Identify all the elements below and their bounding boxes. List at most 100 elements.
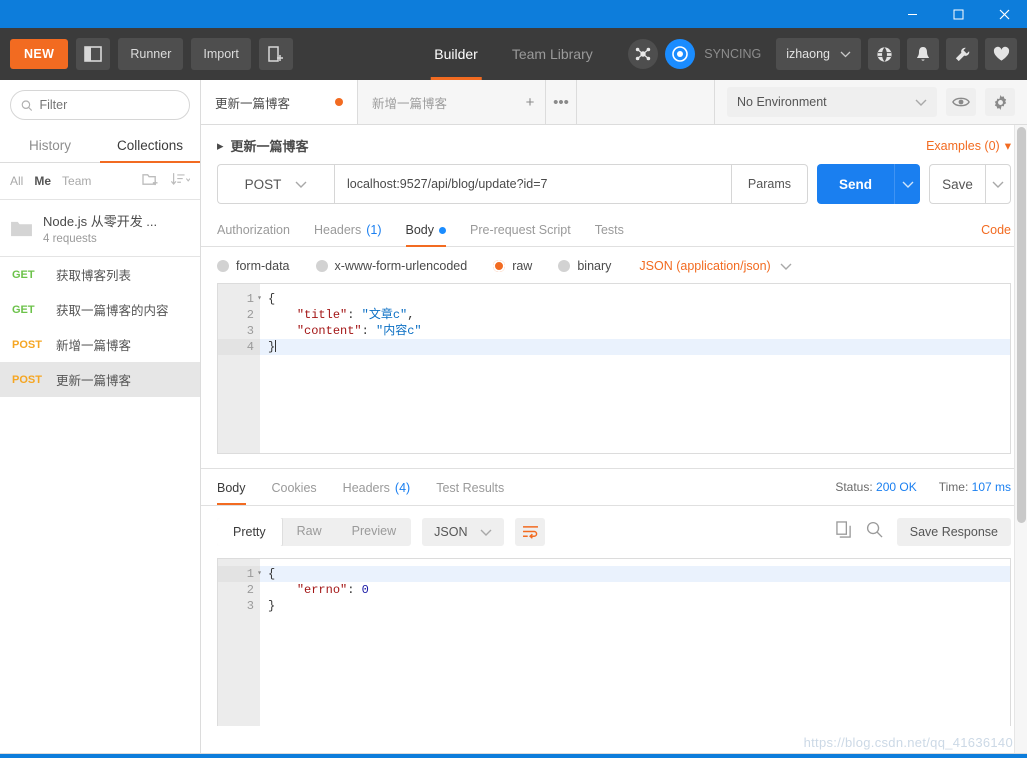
close-button[interactable] [981, 0, 1027, 28]
word-wrap-button[interactable] [515, 518, 546, 546]
request-title-row[interactable]: ▸ 更新一篇博客 [217, 136, 309, 155]
request-section-tabs: Authorization Headers (1) Body Pre-reque… [201, 214, 1027, 247]
minimize-button[interactable] [889, 0, 935, 28]
new-window-icon [268, 45, 284, 62]
response-body-editor[interactable]: 1 ▾ 2 3 { "errno": 0} [217, 558, 1011, 726]
body-type-form-data[interactable]: form-data [217, 259, 290, 273]
maximize-button[interactable] [935, 0, 981, 28]
body-type-raw[interactable]: raw [493, 259, 532, 273]
chevron-down-icon [295, 181, 307, 188]
collapse-caret-icon[interactable]: ▸ [217, 138, 224, 154]
scope-me[interactable]: Me [34, 174, 51, 188]
tab-options-button[interactable]: ••• [546, 80, 577, 124]
response-tab-test-results[interactable]: Test Results [436, 481, 504, 504]
settings-wrench-button[interactable] [946, 38, 978, 70]
tab-body[interactable]: Body [405, 223, 446, 247]
raw-format-select[interactable]: JSON (application/json) [639, 259, 792, 273]
globe-button[interactable] [868, 38, 900, 70]
url-input-wrap[interactable] [334, 164, 732, 204]
code-token: } [268, 599, 276, 613]
sidebar-toggle-button[interactable] [76, 38, 111, 70]
interceptor-button[interactable] [628, 39, 659, 69]
user-menu[interactable]: izhaong [776, 38, 861, 70]
notifications-button[interactable] [907, 38, 939, 70]
filter-box[interactable] [10, 90, 190, 120]
collection-item[interactable]: Node.js 从零开发 ... 4 requests [0, 200, 200, 257]
body-type-urlencoded[interactable]: x-www-form-urlencoded [315, 259, 467, 273]
tab-pre-request-script[interactable]: Pre-request Script [470, 223, 571, 246]
sidebar-scope-filters: All Me Team [0, 163, 200, 200]
content-scrollbar[interactable] [1014, 125, 1027, 758]
import-button[interactable]: Import [191, 38, 251, 70]
new-tab-button[interactable]: + [515, 80, 546, 124]
request-tab[interactable]: 新增一篇博客 [358, 80, 515, 124]
save-response-button[interactable]: Save Response [896, 518, 1011, 546]
runner-button[interactable]: Runner [118, 38, 184, 70]
sidebar-tab-collections[interactable]: Collections [100, 130, 200, 163]
response-tab-headers[interactable]: Headers (4) [343, 481, 411, 504]
environment-quick-look-button[interactable] [946, 88, 976, 116]
code-link[interactable]: Code [981, 223, 1011, 246]
editor-code: { "errno": 0} [260, 559, 1010, 726]
radio-icon [217, 260, 229, 272]
send-options-button[interactable] [894, 164, 920, 204]
request-tab-active[interactable]: 更新一篇博客 [201, 80, 358, 124]
url-bar: POST Params Send Save [201, 164, 1027, 204]
code-token: } [268, 340, 276, 354]
editor-gutter: 1 ▾ 2 3 [218, 559, 262, 726]
tab-team-library[interactable]: Team Library [508, 28, 597, 80]
sidebar-tab-history[interactable]: History [0, 130, 100, 162]
response-tab-body[interactable]: Body [217, 481, 246, 505]
status-value: 200 OK [876, 480, 917, 494]
text-cursor [275, 340, 277, 352]
response-format-select[interactable]: JSON [422, 518, 505, 546]
tab-headers[interactable]: Headers (1) [314, 223, 382, 246]
sidebar-request-item[interactable]: GET 获取一篇博客的内容 [0, 292, 200, 327]
tabstrip-left: 更新一篇博客 新增一篇博客 + ••• [201, 80, 715, 124]
view-mode-pretty[interactable]: Pretty [217, 518, 283, 546]
tab-label: Test Results [436, 481, 505, 495]
body-type-binary[interactable]: binary [558, 259, 611, 273]
toolbar-mode-tabs: Builder Team Library [430, 28, 597, 80]
new-folder-button[interactable] [142, 172, 159, 190]
request-body-editor[interactable]: 1 ▾ 2 3 4 { "title": "文章c", "content": "内容c"… [217, 283, 1011, 454]
chevron-down-icon [780, 263, 792, 270]
bottom-accent-strip [0, 754, 1027, 758]
environment-settings-button[interactable] [985, 88, 1015, 116]
favorites-button[interactable] [985, 38, 1017, 70]
sidebar-request-item[interactable]: GET 获取博客列表 [0, 257, 200, 292]
copy-button[interactable] [836, 521, 852, 543]
method-select[interactable]: POST [217, 164, 334, 204]
save-button[interactable]: Save [929, 164, 985, 204]
url-input[interactable] [335, 177, 731, 191]
sync-button[interactable] [665, 39, 696, 69]
window-titlebar [0, 0, 1027, 28]
fold-caret-icon[interactable]: ▾ [257, 566, 262, 582]
examples-dropdown[interactable]: Examples (0) ▾ [926, 138, 1011, 154]
environment-select[interactable]: No Environment [727, 87, 937, 117]
filter-input[interactable] [39, 98, 179, 112]
search-response-button[interactable] [866, 521, 883, 543]
params-button[interactable]: Params [731, 164, 808, 204]
fold-caret-icon[interactable]: ▾ [257, 291, 262, 307]
editor-code[interactable]: { "title": "文章c", "content": "内容c"} [260, 284, 1010, 453]
view-mode-preview[interactable]: Preview [337, 518, 411, 546]
code-line: { [260, 566, 1010, 582]
scope-team[interactable]: Team [62, 174, 91, 188]
scrollbar-thumb[interactable] [1017, 127, 1026, 523]
sidebar-request-item-selected[interactable]: POST 更新一篇博客 [0, 362, 200, 397]
save-options-button[interactable] [985, 164, 1011, 204]
toolbar-right-group: SYNCING izhaong [628, 38, 1017, 70]
view-mode-raw[interactable]: Raw [282, 518, 337, 546]
tab-builder[interactable]: Builder [430, 28, 482, 80]
send-button[interactable]: Send [817, 164, 894, 204]
scope-all[interactable]: All [10, 174, 23, 188]
sidebar-request-item[interactable]: POST 新增一篇博客 [0, 327, 200, 362]
sort-button[interactable] [170, 172, 191, 190]
tab-authorization[interactable]: Authorization [217, 223, 290, 246]
new-window-button[interactable] [258, 38, 293, 70]
response-tab-cookies[interactable]: Cookies [272, 481, 317, 504]
new-button[interactable]: NEW [10, 39, 69, 69]
tab-tests[interactable]: Tests [595, 223, 624, 246]
